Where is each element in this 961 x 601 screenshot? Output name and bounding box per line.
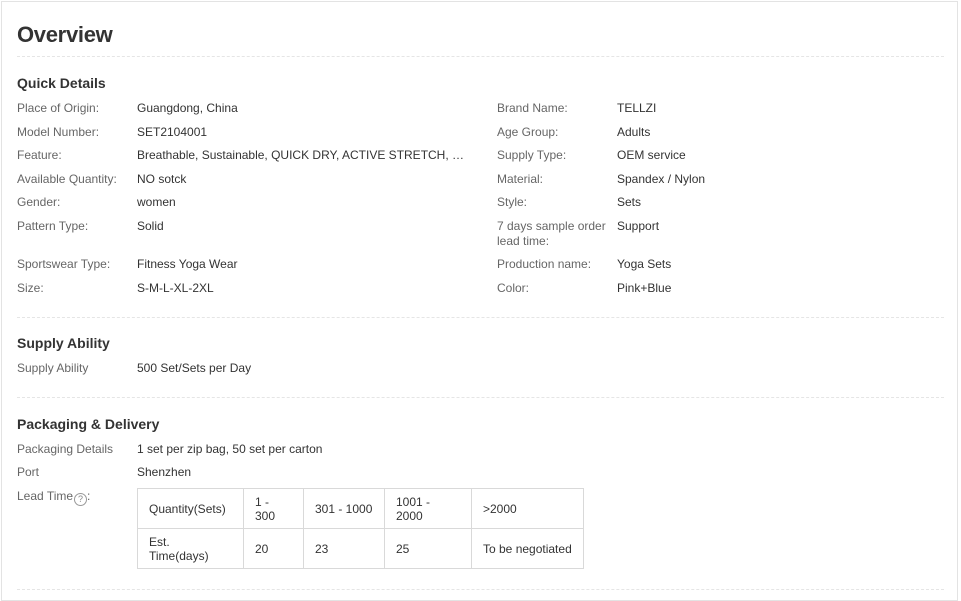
table-cell: Est. Time(days) xyxy=(137,528,244,569)
attr-label: Feature: xyxy=(17,148,62,162)
attr-label: Brand Name: xyxy=(497,101,568,115)
attr-value: Fitness Yoga Wear xyxy=(137,257,238,271)
attr-value: S-M-L-XL-2XL xyxy=(137,281,214,295)
table-cell: 20 xyxy=(243,528,304,569)
attr-label: Model Number: xyxy=(17,125,100,139)
attr-label: Port xyxy=(17,465,40,479)
attr-value: Guangdong, China xyxy=(137,101,238,115)
supply-ability-title: Supply Ability xyxy=(17,335,110,351)
attr-value: Solid xyxy=(137,219,164,233)
attr-label: Color: xyxy=(497,281,530,295)
divider xyxy=(17,56,944,57)
attr-value: OEM service xyxy=(617,148,686,162)
attr-label: Supply Type: xyxy=(497,148,567,162)
divider xyxy=(17,397,944,398)
attr-label: Production name: xyxy=(497,257,592,271)
table-cell: Quantity(Sets) xyxy=(137,488,244,529)
attr-label: Sportswear Type: xyxy=(17,257,111,271)
attr-value-feature: Breathable, Sustainable, QUICK DRY, ACTI… xyxy=(137,148,467,162)
attr-value: Adults xyxy=(617,125,651,139)
attr-value: 1 set per zip bag, 50 set per carton xyxy=(137,442,323,456)
attr-label: Packaging Details xyxy=(17,442,114,456)
attr-label: Available Quantity: xyxy=(17,172,117,186)
attr-label: Material: xyxy=(497,172,544,186)
attr-label: Size: xyxy=(17,281,44,295)
table-cell: 25 xyxy=(384,528,472,569)
attr-value: SET2104001 xyxy=(137,125,208,139)
attr-value: Shenzhen xyxy=(137,465,192,479)
quick-details-title: Quick Details xyxy=(17,75,106,91)
table-cell: To be negotiated xyxy=(471,528,584,569)
overview-panel: Overview Quick Details Place of Origin: … xyxy=(1,1,958,601)
attr-label: Age Group: xyxy=(497,125,559,139)
attr-value: TELLZI xyxy=(617,101,657,115)
attr-label: Gender: xyxy=(17,195,61,209)
attr-label: Supply Ability xyxy=(17,361,89,375)
attr-value: women xyxy=(137,195,176,209)
divider xyxy=(17,317,944,318)
attr-value: Spandex / Nylon xyxy=(617,172,706,186)
table-cell: >2000 xyxy=(471,488,584,529)
lead-time-colon: : xyxy=(87,489,91,503)
attr-label: Place of Origin: xyxy=(17,101,100,115)
page-title: Overview xyxy=(17,22,113,47)
packaging-delivery-title: Packaging & Delivery xyxy=(17,416,160,432)
table-cell: 1001 - 2000 xyxy=(384,488,472,529)
table-row: Est. Time(days) 20 23 25 To be negotiate… xyxy=(137,528,584,569)
attr-label: 7 days sample order lead time: xyxy=(497,219,606,248)
question-circle-icon[interactable]: ? xyxy=(74,493,88,506)
attr-value: Yoga Sets xyxy=(617,257,672,271)
lead-time-text: Lead Time xyxy=(17,489,74,503)
lead-time-label: Lead Time?: xyxy=(17,489,129,506)
attr-label: Pattern Type: xyxy=(17,219,89,233)
attr-value: Sets xyxy=(617,195,642,209)
attr-value: Support xyxy=(617,219,660,233)
table-cell: 1 - 300 xyxy=(243,488,304,529)
table-cell: 301 - 1000 xyxy=(303,488,385,529)
lead-time-table: Quantity(Sets) 1 - 300 301 - 1000 1001 -… xyxy=(137,488,584,569)
attr-label: Style: xyxy=(497,195,528,209)
attr-value: NO sotck xyxy=(137,172,187,186)
attr-value: 500 Set/Sets per Day xyxy=(137,361,252,375)
table-cell: 23 xyxy=(303,528,385,569)
table-row: Quantity(Sets) 1 - 300 301 - 1000 1001 -… xyxy=(137,488,584,529)
attr-value: Pink+Blue xyxy=(617,281,672,295)
